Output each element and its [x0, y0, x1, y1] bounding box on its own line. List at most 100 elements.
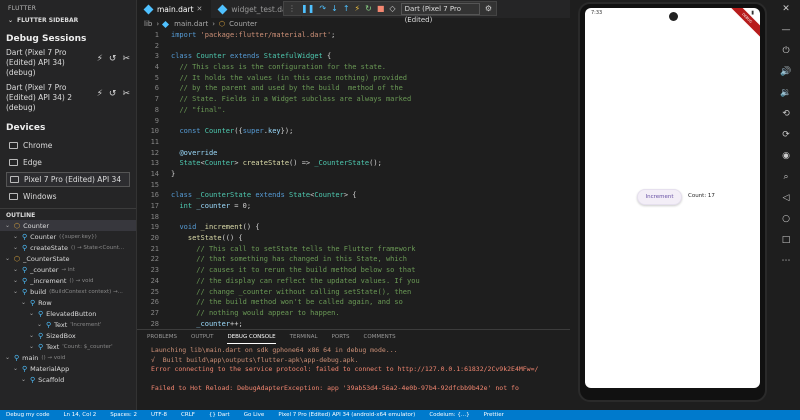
chevron-icon[interactable]: ⌄: [12, 365, 19, 372]
code-text: _counter++;: [196, 319, 243, 328]
device-item[interactable]: Chrome: [6, 138, 130, 153]
panel-tab[interactable]: TERMINAL: [290, 334, 318, 342]
method-icon: ⚲: [38, 309, 44, 318]
step-out-icon[interactable]: ↑: [343, 4, 350, 13]
chevron-icon[interactable]: ⌄: [28, 332, 35, 339]
outline-header[interactable]: OUTLINE: [0, 208, 136, 220]
outline-item[interactable]: ⌄ ⚲ Text 'Count: $_counter': [0, 341, 136, 352]
debug-session[interactable]: Dart (Pixel 7 Pro (Edited) API 34) (debu…: [0, 47, 136, 82]
outline-item[interactable]: ⌄ ⚲ build (BuildContext context) →...: [0, 286, 136, 297]
rotate-left-icon[interactable]: ⟲: [782, 109, 790, 119]
outline-item[interactable]: ⌄ ⚲ MaterialApp: [0, 363, 136, 374]
status-item[interactable]: Codeium: {...}: [429, 412, 469, 418]
close-icon[interactable]: ✕: [197, 5, 203, 13]
app-screen[interactable]: 7:33 ▮ DEBUG Increment Count: 17: [585, 8, 760, 388]
outline-item[interactable]: ⌄ ⚲ ElevatedButton: [0, 308, 136, 319]
step-over-icon[interactable]: ↷: [319, 4, 326, 13]
tab-main-dart[interactable]: main.dart ✕: [137, 0, 212, 18]
debug-session[interactable]: Dart (Pixel 7 Pro (Edited) API 34) 2 (de…: [0, 82, 136, 117]
step-into-icon[interactable]: ↓: [331, 4, 338, 13]
code-text: setState(() {: [187, 234, 243, 243]
status-item[interactable]: {} Dart: [209, 412, 230, 418]
zoom-icon[interactable]: ⌕: [783, 172, 788, 182]
method-icon: ⚲: [30, 298, 36, 307]
pause-icon[interactable]: ❚❚: [301, 4, 314, 13]
overview-icon[interactable]: □: [782, 235, 791, 245]
panel-tabs: PROBLEMS OUTPUT DEBUG CONSOLE TERMINAL PORTS…: [137, 330, 570, 346]
status-item[interactable]: Prettier: [484, 412, 504, 418]
panel-tab[interactable]: DEBUG CONSOLE: [227, 334, 276, 344]
status-item[interactable]: Ln 14, Col 2: [63, 412, 96, 418]
device-item[interactable]: Pixel 7 Pro (Edited) API 34: [6, 172, 130, 187]
minimize-icon[interactable]: —: [782, 25, 791, 35]
chevron-icon[interactable]: ⌄: [4, 255, 11, 262]
chevron-icon[interactable]: ⌄: [4, 222, 11, 229]
outline-item[interactable]: ⌄ ⚲ _increment() → void: [0, 275, 136, 286]
code-editor[interactable]: 1 import 'package:flutter/material.dart';…: [137, 31, 570, 329]
debug-config-select[interactable]: Dart (Pixel 7 Pro (Edited): [400, 2, 480, 24]
device-item[interactable]: Edge: [6, 155, 130, 170]
panel-tab[interactable]: PROBLEMS: [147, 334, 177, 342]
outline-item[interactable]: ⌄ ⚲ _counter → int: [0, 264, 136, 275]
outline-item[interactable]: ⌄ ⚲ createState() → State<Count...: [0, 242, 136, 253]
method-icon: ⚲: [22, 265, 28, 274]
hot-reload-icon[interactable]: ⚡: [97, 54, 103, 78]
chevron-icon[interactable]: ⌄: [28, 343, 35, 350]
rotate-right-icon[interactable]: ⟳: [782, 130, 790, 140]
outline-item[interactable]: ⌄ ⚲ main() → void: [0, 352, 136, 363]
hot-reload-icon[interactable]: ⚡: [97, 89, 103, 113]
outline-item[interactable]: ⌄ ⚲ Counter ({super.key}): [0, 231, 136, 242]
drag-handle-icon[interactable]: ⋮: [288, 4, 296, 13]
outline-item[interactable]: ⌄ ⚲ Scaffold: [0, 374, 136, 385]
panel-tab[interactable]: PORTS: [332, 334, 350, 342]
status-item[interactable]: Debug my code: [6, 412, 49, 418]
panel-tab[interactable]: OUTPUT: [191, 334, 213, 342]
back-icon[interactable]: ◁: [783, 193, 790, 203]
outline-item[interactable]: ⌄ ⚲ SizedBox: [0, 330, 136, 341]
power-icon[interactable]: ⏻: [782, 46, 789, 56]
code-line: 11: [150, 137, 159, 146]
chevron-icon[interactable]: ⌄: [20, 299, 27, 306]
code-line: 23 // causes it to rerun the build metho…: [137, 266, 570, 277]
code-text: // causes it to rerun the build method b…: [196, 266, 416, 275]
increment-button[interactable]: Increment: [637, 189, 682, 205]
devtools-icon[interactable]: ◇: [389, 4, 395, 13]
status-item[interactable]: Spaces: 2: [110, 412, 137, 418]
outline-item[interactable]: ⌄ ⬡ Counter: [0, 220, 136, 231]
code-text: // change _counter without calling setSt…: [196, 287, 412, 296]
chevron-icon[interactable]: ⌄: [28, 310, 35, 317]
restart-icon[interactable]: ↻: [365, 4, 372, 13]
status-item[interactable]: Pixel 7 Pro (Edited) API 34 (android-x64…: [278, 412, 415, 418]
chevron-icon[interactable]: ⌄: [12, 288, 19, 295]
chevron-icon[interactable]: ⌄: [36, 321, 43, 328]
device-item[interactable]: Windows: [6, 189, 130, 204]
history-icon[interactable]: ↺: [109, 54, 117, 78]
outline-item[interactable]: ⌄ ⚲ Text 'Increment': [0, 319, 136, 330]
home-icon[interactable]: ○: [782, 214, 790, 224]
status-item[interactable]: Go Live: [244, 412, 265, 418]
close-icon[interactable]: ✕: [782, 4, 790, 14]
chevron-icon[interactable]: ⌄: [4, 354, 11, 361]
more-icon[interactable]: ⋯: [782, 256, 791, 266]
chevron-icon[interactable]: ⌄: [12, 233, 19, 240]
outline-item[interactable]: ⌄ ⚲ Row: [0, 297, 136, 308]
status-item[interactable]: CRLF: [181, 412, 195, 418]
gear-icon[interactable]: ⚙: [485, 4, 492, 13]
chevron-icon[interactable]: ⌄: [12, 277, 19, 284]
tools-icon[interactable]: ✂: [122, 89, 130, 113]
hot-reload-icon[interactable]: ⚡: [355, 4, 361, 13]
stop-icon[interactable]: ■: [377, 4, 385, 13]
chevron-icon[interactable]: ⌄: [12, 244, 19, 251]
code-line: 28 _counter++;: [137, 320, 570, 329]
outline-item[interactable]: ⌄ ⬡ _CounterState: [0, 253, 136, 264]
camera-icon[interactable]: ◉: [782, 151, 790, 161]
panel-tab[interactable]: COMMENTS: [364, 334, 396, 342]
status-item[interactable]: UTF-8: [151, 412, 167, 418]
chevron-icon[interactable]: ⌄: [20, 376, 27, 383]
tools-icon[interactable]: ✂: [122, 54, 130, 78]
chevron-icon[interactable]: ⌄: [12, 266, 19, 273]
volume-up-icon[interactable]: 🔊: [780, 67, 791, 77]
sidebar-subtitle[interactable]: ⌄ FLUTTER SIDEBAR: [0, 14, 136, 28]
history-icon[interactable]: ↺: [109, 89, 117, 113]
volume-down-icon[interactable]: 🔉: [780, 88, 791, 98]
